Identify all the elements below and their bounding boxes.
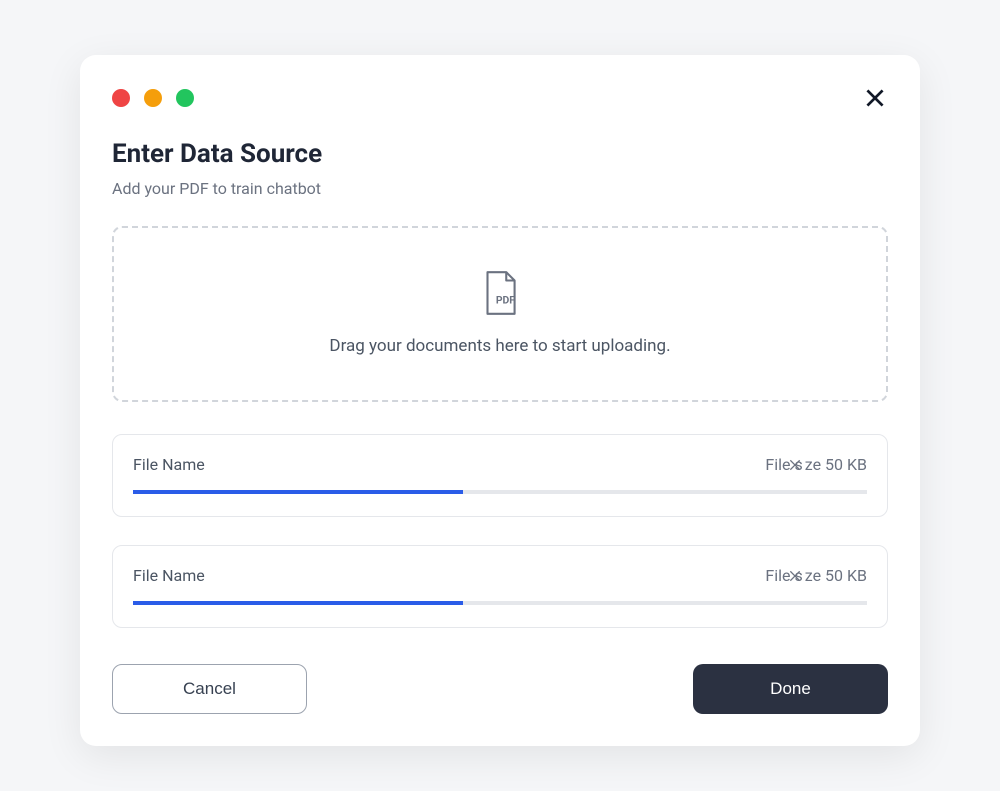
file-size-label: File s ze 50 KB <box>765 455 867 474</box>
cancel-button[interactable]: Cancel <box>112 664 307 714</box>
remove-file-icon[interactable] <box>787 568 803 584</box>
dropzone-hint: Drag your documents here to start upload… <box>134 336 866 356</box>
upload-file-item: File Name File s ze 50 KB <box>112 545 888 628</box>
file-header: File Name File s ze 50 KB <box>133 566 867 585</box>
upload-progress-fill <box>133 490 463 494</box>
remove-file-icon[interactable] <box>787 457 803 473</box>
upload-progress-track <box>133 601 867 605</box>
upload-progress-fill <box>133 601 463 605</box>
modal-footer: Cancel Done <box>112 664 888 714</box>
file-size-suffix: ze 50 KB <box>805 455 867 474</box>
file-name-label: File Name <box>133 455 205 474</box>
close-icon[interactable] <box>862 85 888 111</box>
file-size-label: File s ze 50 KB <box>765 566 867 585</box>
minimize-window-icon[interactable] <box>144 89 162 107</box>
data-source-modal: Enter Data Source Add your PDF to train … <box>80 55 920 746</box>
traffic-lights <box>112 89 194 107</box>
upload-dropzone[interactable]: PDF Drag your documents here to start up… <box>112 226 888 402</box>
done-button[interactable]: Done <box>693 664 888 714</box>
modal-subtitle: Add your PDF to train chatbot <box>112 179 888 198</box>
maximize-window-icon[interactable] <box>176 89 194 107</box>
window-titlebar <box>112 85 888 111</box>
file-size-suffix: ze 50 KB <box>805 566 867 585</box>
modal-title: Enter Data Source <box>112 139 888 169</box>
file-header: File Name File s ze 50 KB <box>133 455 867 474</box>
upload-progress-track <box>133 490 867 494</box>
svg-text:PDF: PDF <box>496 293 515 306</box>
pdf-file-icon: PDF <box>475 268 525 322</box>
file-name-label: File Name <box>133 566 205 585</box>
close-window-icon[interactable] <box>112 89 130 107</box>
upload-file-item: File Name File s ze 50 KB <box>112 434 888 517</box>
